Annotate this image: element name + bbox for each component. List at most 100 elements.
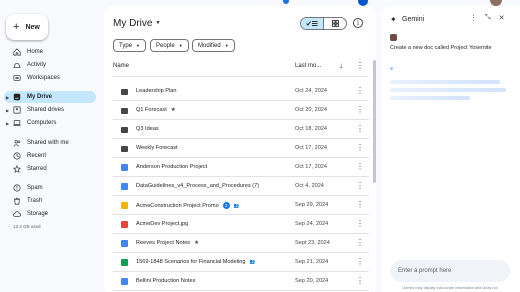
sidebar-item-label: My Drive — [27, 94, 53, 100]
table-row[interactable]: DataGuidelines_v4_Process_and_Procedures… — [104, 177, 376, 196]
table-row[interactable]: Q3 Ideas Oct 18, 2024 ⋮ — [104, 120, 376, 139]
sidebar-item-label: Trash — [27, 198, 43, 204]
table-row[interactable]: 1569-1848 Scenarios for Financial Modeli… — [104, 253, 376, 272]
collapse-icon[interactable]: ⤡ — [485, 14, 491, 22]
comment-badge[interactable]: 2 — [222, 202, 230, 209]
filter-chip-type[interactable]: Type ▼ — [113, 39, 146, 52]
table-row[interactable]: Bellini Production Notes Sep 20, 2024 ⋮ — [104, 272, 376, 291]
gemini-sparkle-icon: ✦ — [390, 15, 397, 24]
sidebar-item-starred[interactable]: Starred — [4, 163, 96, 175]
expand-caret-icon[interactable]: ▶ — [6, 121, 9, 126]
file-name: 1569-1848 Scenarios for Financial Modeli… — [136, 259, 255, 265]
sidebar-item-label: Workspaces — [27, 75, 60, 81]
sidebar-item-label: Activity — [27, 62, 47, 68]
folder-icon — [121, 89, 128, 95]
sidebar-item-activity[interactable]: Activity — [4, 59, 96, 71]
info-icon[interactable]: i — [353, 18, 363, 28]
folder-icon — [121, 127, 128, 133]
more-vert-icon[interactable]: ⋮ — [356, 162, 364, 171]
doc-icon — [121, 183, 128, 190]
gemini-title: Gemini — [402, 16, 425, 23]
activity-icon — [13, 61, 21, 69]
file-name: Bellini Production Notes — [136, 278, 195, 284]
sidebar-item-workspaces[interactable]: Workspaces — [4, 72, 96, 84]
modified-date: Oct 17, 2024 — [295, 145, 328, 151]
starred-icon: ★ — [170, 107, 176, 113]
sidebar-item-recent[interactable]: Recent — [4, 150, 96, 162]
table-row[interactable]: AcmeDev Project.jpg Sep 24, 2024 ⋮ — [104, 215, 376, 234]
sidebar-item-computers[interactable]: ▶ Computers — [4, 117, 96, 129]
sidebar-item-home[interactable]: Home — [4, 46, 96, 58]
more-vert-icon[interactable]: ⋮ — [356, 181, 364, 190]
filter-chip-label: People — [156, 42, 175, 49]
file-name: AcmeConstruction Project Promo 2 👥 — [136, 202, 239, 209]
sidebar-item-label: Storage — [27, 211, 49, 217]
user-avatar — [390, 34, 397, 41]
filter-chip-modified[interactable]: Modified ▼ — [192, 39, 235, 52]
doc-icon — [121, 240, 128, 247]
more-vert-icon[interactable]: ⋮ — [470, 14, 477, 22]
column-header-modified[interactable]: Last mo... — [295, 63, 321, 69]
grid-view-button[interactable] — [323, 18, 346, 29]
more-vert-icon[interactable]: ⋮ — [356, 105, 364, 114]
scrollbar-thumb[interactable] — [373, 60, 376, 183]
more-vert-icon[interactable]: ⋮ — [356, 143, 364, 152]
file-name: AcmeDev Project.jpg — [136, 221, 188, 227]
modified-date: Sep 24, 2024 — [295, 221, 329, 227]
filter-chip-people[interactable]: People ▼ — [150, 39, 189, 52]
sidebar-item-shared-drives[interactable]: ▶ Shared drives — [4, 104, 96, 116]
expand-caret-icon[interactable]: ▶ — [6, 108, 9, 113]
close-icon[interactable]: ✕ — [499, 14, 505, 22]
more-vert-icon[interactable]: ⋮ — [356, 86, 364, 95]
table-row[interactable]: Anderson Production Project Oct 17, 2024 ⋮ — [104, 158, 376, 177]
shared-drives-icon — [13, 106, 21, 114]
column-header-name[interactable]: Name — [113, 63, 129, 69]
modified-date: Sep 20, 2024 — [295, 278, 329, 284]
chevron-down-icon: ▼ — [178, 43, 183, 48]
file-name-text: Reeves Project Notes — [136, 240, 191, 246]
table-row[interactable]: Reeves Project Notes ★ Sept 23, 2024 ⋮ — [104, 234, 376, 253]
shared-icon: 👥 — [233, 203, 240, 208]
modified-date: Oct 17, 2024 — [295, 164, 328, 170]
sidebar-item-shared-with-me[interactable]: Shared with me — [4, 137, 96, 149]
storage-used-text: 12.3 GB used — [13, 224, 41, 229]
doc-icon — [121, 164, 128, 171]
trash-icon — [13, 197, 21, 205]
loading-bar — [390, 88, 506, 92]
chevron-down-icon: ▼ — [224, 43, 229, 48]
plus-icon: + — [13, 20, 20, 33]
modified-date: Oct 24, 2024 — [295, 88, 328, 94]
drive-icon — [13, 93, 21, 101]
cloud-icon — [13, 210, 21, 218]
sidebar-item-my-drive[interactable]: ▶ My Drive — [4, 91, 96, 103]
more-vert-icon[interactable]: ⋮ — [356, 61, 364, 70]
table-row[interactable]: Q1 Forecast ★ Oct 20, 2024 ⋮ — [104, 101, 376, 120]
file-name: Reeves Project Notes ★ — [136, 240, 199, 246]
table-row[interactable]: Weekly Forecast Oct 17, 2024 ⋮ — [104, 139, 376, 158]
more-vert-icon[interactable]: ⋮ — [356, 219, 364, 228]
modified-date: Sept 23, 2024 — [295, 240, 330, 246]
file-name-text: DataGuidelines_v4_Process_and_Procedures… — [136, 183, 260, 189]
more-vert-icon[interactable]: ⋮ — [356, 124, 364, 133]
new-button[interactable]: + New — [6, 14, 48, 40]
gemini-panel: ✦ Gemini ⋮ ⤡ ✕ Create a new doc called P… — [382, 6, 520, 292]
more-vert-icon[interactable]: ⋮ — [356, 238, 364, 247]
more-vert-icon[interactable]: ⋮ — [356, 200, 364, 209]
sidebar-item-spam[interactable]: Spam — [4, 182, 96, 194]
table-row[interactable]: Leadership Plan Oct 24, 2024 ⋮ — [104, 82, 376, 101]
file-name-text: Weekly Forecast — [136, 145, 178, 151]
table-row[interactable]: AcmeConstruction Project Promo 2 👥 Sep 29, … — [104, 196, 376, 215]
sidebar-item-trash[interactable]: Trash — [4, 195, 96, 207]
more-vert-icon[interactable]: ⋮ — [356, 257, 364, 266]
user-prompt-text: Create a new doc called Project Yosemite — [390, 45, 492, 51]
gemini-prompt-input[interactable]: Enter a prompt here — [390, 260, 510, 282]
expand-caret-icon[interactable]: ▶ — [6, 95, 9, 100]
filter-chip-label: Modified — [198, 42, 221, 49]
sidebar-item-storage[interactable]: Storage — [4, 208, 96, 220]
page-title[interactable]: My Drive ▼ — [113, 18, 160, 29]
list-view-button[interactable] — [301, 18, 323, 29]
file-name: Anderson Production Project — [136, 164, 207, 170]
loading-bar — [390, 96, 470, 100]
sort-arrow-icon[interactable]: ↓ — [339, 61, 343, 70]
more-vert-icon[interactable]: ⋮ — [356, 276, 364, 285]
